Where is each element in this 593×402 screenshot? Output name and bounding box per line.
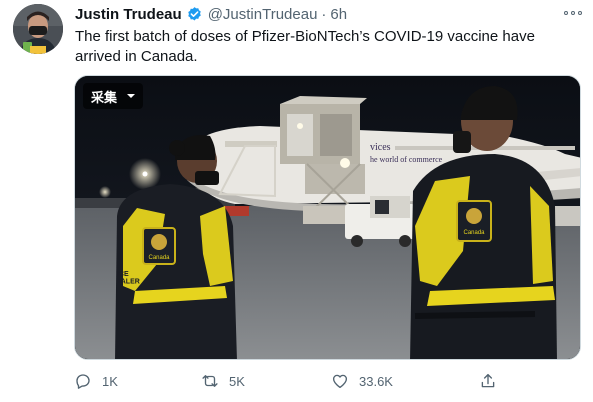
separator-dot: · xyxy=(321,5,327,23)
reply-count: 1K xyxy=(102,373,118,389)
reply-icon xyxy=(76,374,90,389)
tweet-text: The first batch of doses of Pfizer-BioNT… xyxy=(75,28,535,65)
verified-badge-icon xyxy=(186,6,203,23)
chevron-down-icon xyxy=(127,94,136,98)
like-count: 33.6K xyxy=(359,373,393,389)
plane-livery-line2: he world of commerce xyxy=(370,155,443,164)
author-handle[interactable]: @JustinTrudeau xyxy=(208,6,318,23)
author-name[interactable]: Justin Trudeau xyxy=(75,6,182,23)
avatar[interactable] xyxy=(13,4,63,54)
reply-button[interactable]: 1K xyxy=(74,369,118,393)
language-tag-label: 采集 xyxy=(91,89,118,105)
share-icon xyxy=(481,373,495,388)
retweet-button[interactable]: 5K xyxy=(201,369,245,393)
share-button[interactable] xyxy=(479,369,497,393)
right-vest-patch-text: Canada xyxy=(463,230,485,236)
tweet-card[interactable]: Justin Trudeau @JustinTrudeau · 6h The f… xyxy=(0,0,593,402)
tweet-header: Justin Trudeau @JustinTrudeau · 6h xyxy=(75,4,347,24)
retweet-icon xyxy=(202,375,218,387)
tweet-photo[interactable]: vices he world of commerce Canada ICE TA… xyxy=(74,75,581,360)
plane-livery-line1: vices xyxy=(370,142,391,153)
heart-icon xyxy=(332,374,348,389)
tweet-actions: 1K 5K 33.6K xyxy=(74,369,504,393)
left-vest-patch-text: Canada xyxy=(148,255,170,261)
more-options-icon[interactable] xyxy=(564,6,582,20)
retweet-count: 5K xyxy=(229,373,245,389)
language-tag[interactable]: 采集 xyxy=(83,83,144,109)
like-button[interactable]: 33.6K xyxy=(331,369,393,393)
tweet-timestamp[interactable]: 6h xyxy=(330,6,347,23)
